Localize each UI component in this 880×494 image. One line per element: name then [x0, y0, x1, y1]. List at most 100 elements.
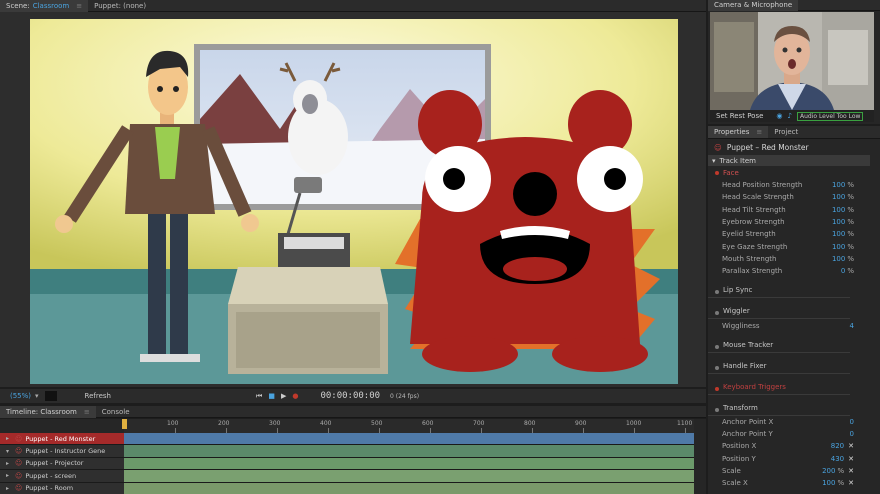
tab-properties[interactable]: Properties ≡ [708, 126, 769, 138]
refresh-button[interactable]: Refresh [76, 392, 119, 400]
reset-x-icon[interactable]: ✕ [848, 467, 854, 475]
param-row: Scale X 100% ✕ [708, 477, 880, 489]
record-icon[interactable]: ● [292, 392, 298, 400]
tab-puppet[interactable]: Puppet: (none) [88, 0, 152, 12]
param-value[interactable]: 820 [831, 442, 844, 450]
track-row[interactable]: ▸ ☺ Puppet - Projector [0, 457, 124, 471]
param-value[interactable]: 100 [832, 243, 845, 251]
transform-toggle-icon[interactable] [715, 407, 719, 412]
zoom-level[interactable]: (55%) [10, 392, 31, 400]
param-value[interactable]: 0 [850, 430, 854, 438]
scene-stage[interactable] [30, 19, 678, 384]
param-unit: % [847, 205, 854, 214]
expand-triangle-icon: ▾ [712, 156, 716, 165]
track-row[interactable]: ▸ ☺ Puppet - screen [0, 470, 124, 483]
properties-menu-icon[interactable]: ≡ [756, 126, 762, 138]
expand-down-icon[interactable]: ▾ [6, 448, 12, 455]
keyboard-triggers-toggle-icon[interactable] [715, 386, 719, 391]
bg-color-swatch[interactable] [44, 391, 57, 401]
param-value[interactable]: 100 [832, 181, 845, 189]
param-row: Head Scale Strength 100% [708, 191, 880, 203]
tab-console[interactable]: Console [96, 406, 136, 418]
camera-toggle-icon[interactable]: ◉ [776, 112, 782, 120]
track-row[interactable]: ▸ ☺ Puppet - Red Monster [0, 433, 124, 446]
handle-fixer-toggle-icon[interactable] [715, 365, 719, 370]
microphone-icon[interactable]: ♪ [788, 112, 792, 120]
playhead-icon[interactable] [122, 419, 127, 429]
param-row: Head Tilt Strength 100% [708, 204, 880, 216]
reset-x-icon[interactable]: ✕ [848, 479, 854, 487]
param-value[interactable]: 100 [832, 255, 845, 263]
face-enabled-icon[interactable] [715, 170, 719, 175]
scene-tab-label: Scene: [6, 1, 30, 10]
param-value[interactable]: 100 [832, 193, 845, 201]
go-to-start-icon[interactable]: ⏮ [256, 392, 262, 401]
handle-fixer-section[interactable]: Handle Fixer [708, 353, 850, 374]
expand-right-icon[interactable]: ▸ [6, 485, 12, 492]
lip-sync-toggle-icon[interactable] [715, 290, 719, 295]
param-value[interactable]: 100 [822, 479, 835, 487]
play-icon[interactable]: ▶ [281, 392, 286, 400]
param-value[interactable]: 100 [832, 206, 845, 214]
param-value[interactable]: 200 [822, 467, 835, 475]
zoom-dropdown-icon[interactable]: ▾ [35, 392, 39, 400]
param-value[interactable]: 100 [832, 230, 845, 238]
transform-section[interactable]: Transform [708, 395, 850, 416]
puppet-icon: ☺ [15, 459, 23, 468]
param-label: Eye Gaze Strength [722, 242, 788, 251]
timeline-menu-icon[interactable]: ≡ [84, 406, 90, 418]
track-bar[interactable] [124, 457, 694, 471]
param-unit: % [837, 467, 845, 475]
track-bar[interactable] [124, 445, 694, 458]
param-label: Parallax Strength [722, 267, 783, 276]
param-value[interactable]: 100 [832, 218, 845, 226]
wiggliness-label: Wiggliness [722, 321, 760, 330]
set-rest-pose-button[interactable]: Set Rest Pose [710, 112, 763, 120]
param-value-group: 100% [832, 206, 854, 214]
camera-tab-label: Camera & Microphone [714, 1, 793, 9]
ruler-tick-label: 1100 [677, 420, 693, 427]
wiggler-toggle-icon[interactable] [715, 311, 719, 316]
wiggler-section[interactable]: Wiggler [708, 298, 850, 320]
timeline-ruler[interactable]: 100 200 300 400 500 600 700 800 900 1000 1100 [122, 419, 694, 433]
stop-icon[interactable]: ■ [268, 392, 275, 400]
tab-camera-microphone[interactable]: Camera & Microphone [708, 0, 799, 11]
param-value[interactable]: 0 [850, 418, 854, 426]
timeline-tab-label: Timeline: Classroom [6, 407, 77, 416]
tab-scene[interactable]: Scene: Classroom ≡ [0, 0, 89, 12]
param-row: Eyelid Strength 100% [708, 228, 880, 240]
param-value-group: 0 [850, 430, 854, 438]
expand-right-icon[interactable]: ▸ [6, 472, 12, 479]
expand-right-icon[interactable]: ▸ [6, 460, 12, 467]
track-label: Puppet - Instructor Gene [25, 447, 106, 456]
face-section[interactable]: Face [708, 166, 880, 179]
track-bar[interactable] [124, 482, 694, 494]
param-value[interactable]: 0 [841, 267, 845, 275]
param-value[interactable]: 430 [831, 455, 844, 463]
panel-menu-icon[interactable]: ≡ [76, 0, 82, 12]
tab-timeline[interactable]: Timeline: Classroom ≡ [0, 405, 96, 418]
param-row: Anchor Point X 0 [708, 416, 880, 428]
lip-sync-section[interactable]: Lip Sync [708, 277, 850, 299]
track-row[interactable]: ▾ ☺ Puppet - Instructor Gene [0, 445, 124, 458]
param-row: Eyebrow Strength 100% [708, 216, 880, 228]
param-row: Scale 200% ✕ [708, 465, 880, 477]
tab-project[interactable]: Project [768, 126, 804, 138]
ruler-tick-label: 400 [320, 420, 332, 427]
track-row[interactable]: ▸ ☺ Puppet - Room [0, 482, 124, 494]
reset-x-icon[interactable]: ✕ [848, 455, 854, 463]
wiggliness-value[interactable]: 4 [850, 322, 854, 330]
reset-x-icon[interactable]: ✕ [848, 442, 854, 450]
keyboard-triggers-section[interactable]: Keyboard Triggers [708, 374, 850, 395]
param-label: Scale [722, 467, 741, 475]
param-unit: % [847, 242, 854, 251]
expand-right-icon[interactable]: ▸ [6, 435, 12, 442]
track-item-header[interactable]: ▾ Track Item [708, 155, 870, 166]
param-row: Anchor Point Y 0 [708, 428, 880, 440]
scene-artwork [30, 19, 678, 384]
track-bar[interactable] [124, 433, 694, 446]
mouse-tracker-toggle-icon[interactable] [715, 344, 719, 349]
mouse-tracker-section[interactable]: Mouse Tracker [708, 332, 850, 353]
track-bar[interactable] [124, 470, 694, 483]
camera-microphone-panel: Camera & Microphone Set Rest Pose ◉ ♪ Au… [708, 0, 880, 124]
